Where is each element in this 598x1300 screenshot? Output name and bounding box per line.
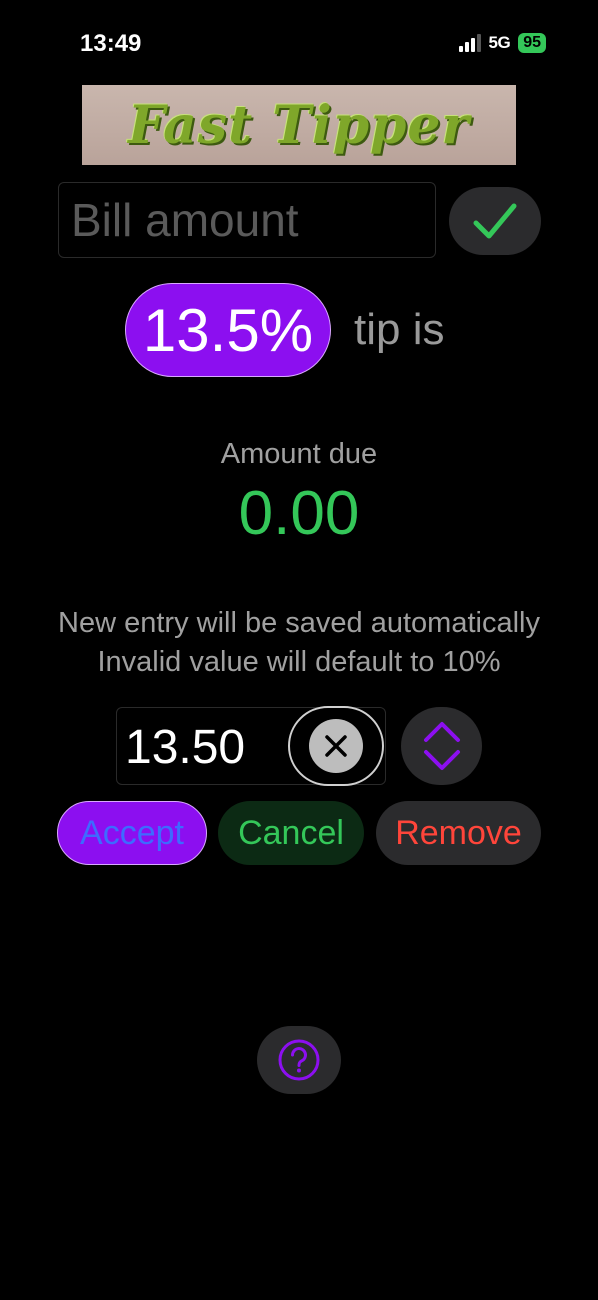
clear-circle	[309, 719, 363, 773]
stepper-button[interactable]	[401, 707, 482, 785]
clear-entry-button[interactable]	[288, 706, 384, 786]
remove-button[interactable]: Remove	[376, 801, 541, 865]
close-icon	[325, 735, 347, 757]
status-indicators: 5G 95	[458, 33, 546, 53]
help-button[interactable]	[257, 1026, 341, 1094]
status-time: 13:49	[80, 30, 142, 57]
question-circle-icon	[278, 1039, 320, 1081]
app-screen: 13:49 5G 95 Fast Tipper 13.5% tip is Amo…	[0, 0, 598, 1300]
network-type: 5G	[488, 33, 511, 52]
tip-percent-button[interactable]: 13.5%	[125, 283, 331, 377]
chevron-up-down-icon	[423, 722, 460, 770]
app-logo: Fast Tipper	[82, 85, 516, 165]
checkmark-icon	[473, 203, 517, 239]
bill-amount-input[interactable]	[69, 192, 435, 248]
confirm-button[interactable]	[449, 187, 541, 255]
accept-button[interactable]: Accept	[57, 801, 207, 865]
tip-is-label: tip is	[354, 305, 445, 354]
logo-text: Fast Tipper	[128, 94, 470, 156]
amount-due-value: 0.00	[238, 479, 360, 548]
amount-due-label: Amount due	[220, 438, 378, 470]
bill-amount-field[interactable]	[58, 182, 436, 258]
info-line-default: Invalid value will default to 10%	[97, 646, 501, 678]
battery-indicator: 95	[518, 33, 546, 53]
tip-entry-value[interactable]: 13.50	[125, 720, 245, 775]
info-line-autosave: New entry will be saved automatically	[58, 607, 540, 639]
cellular-signal-icon	[458, 34, 481, 52]
cancel-button[interactable]: Cancel	[218, 801, 364, 865]
